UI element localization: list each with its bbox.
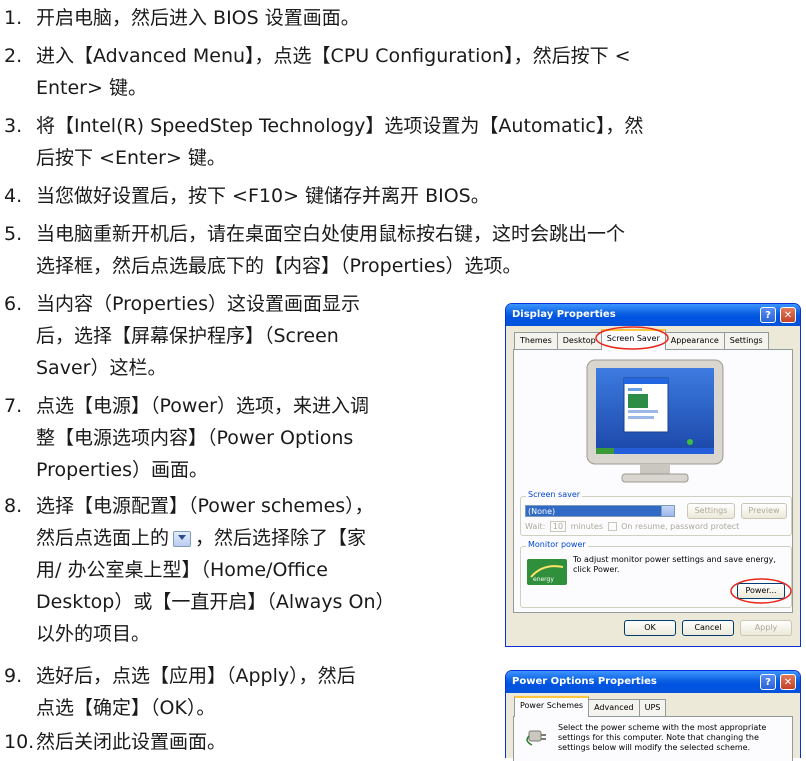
close-icon[interactable]: ✕ (780, 674, 796, 690)
step-text: 点选【确定】（OK）。 (36, 697, 216, 719)
close-icon[interactable]: ✕ (780, 307, 796, 323)
tab-power-schemes[interactable]: Power Schemes (514, 696, 590, 717)
dropdown-arrow-icon (173, 530, 192, 547)
apply-button[interactable]: Apply (740, 620, 792, 636)
tab-strip: Power Schemes Advanced UPS (514, 696, 667, 717)
power-plug-icon (526, 725, 548, 747)
monitor-power-text: To adjust monitor power settings and sav… (573, 555, 776, 574)
step-number: 9. (4, 665, 23, 687)
step-text: 然后关闭此设置画面。 (36, 731, 227, 753)
step-text: 选择框，然后点选最底下的【内容】（Properties）选项。 (36, 255, 522, 277)
step-text: 后按下 <Enter> 键。 (36, 147, 226, 169)
screen-saver-select[interactable]: (None) (525, 505, 675, 517)
step-6: 6. 当内容（Properties）这设置画面显示 后，选择【屏幕保护程序】（S… (0, 288, 360, 384)
step-8: 8. 选择【电源配置】（Power schemes）， 然后点选面上的 ，然后选择… (0, 490, 395, 650)
step-number: 4. (4, 185, 23, 207)
step-text: 当内容（Properties）这设置画面显示 (36, 293, 361, 315)
step-number: 5. (4, 223, 23, 245)
step-text: 以外的项目。 (36, 623, 151, 645)
svg-text:energy: energy (533, 576, 554, 583)
tab-themes[interactable]: Themes (514, 332, 558, 349)
help-icon[interactable]: ? (760, 674, 776, 690)
window-titlebar: Display Properties ? ✕ (506, 304, 800, 326)
preview-button[interactable]: Preview (741, 503, 787, 519)
step-number: 10. (4, 731, 35, 753)
step-5: 5. 当电脑重新开机后，请在桌面空白处使用鼠标按右键，这时会跳出一个 选择框，然… (0, 218, 625, 282)
step-text: ，然后选择除了【家 (195, 527, 367, 549)
screen-saver-label: Screen saver (526, 490, 583, 499)
power-schemes-panel: Select the power scheme with the most ap… (513, 716, 793, 761)
step-text: Properties）画面。 (36, 459, 209, 481)
step-text: 整【电源选项内容】（Power Options (36, 427, 354, 449)
minutes-label: minutes (570, 522, 604, 531)
wait-row: Wait: 10 minutes On resume, password pro… (525, 521, 739, 532)
step-text: 开启电脑，然后进入 BIOS 设置画面。 (36, 7, 360, 29)
settings-button[interactable]: Settings (687, 503, 735, 519)
screen-saver-group: Screen saver (None) Settings Preview Wai… (520, 490, 792, 536)
power-options-window: Power Options Properties ? ✕ Power Schem… (505, 670, 801, 761)
step-text: 选好后，点选【应用】（Apply），然后 (36, 665, 356, 687)
energy-star-icon: energy (527, 559, 567, 585)
step-2: 2. 进入【Advanced Menu】，点选【CPU Configuratio… (0, 40, 631, 104)
cancel-button[interactable]: Cancel (682, 620, 734, 636)
step-3: 3. 将【Intel(R) SpeedStep Technology】选项设置为… (0, 110, 643, 174)
monitor-icon (586, 359, 724, 483)
window-titlebar: Power Options Properties ? ✕ (506, 671, 800, 693)
step-number: 7. (4, 395, 23, 417)
display-properties-window: Display Properties ? ✕ Themes Desktop Sc… (505, 303, 801, 647)
power-schemes-description: Select the power scheme with the most ap… (558, 723, 767, 752)
step-text: 当您做好设置后，按下 <F10> 键储存并离开 BIOS。 (36, 185, 490, 207)
screen-saver-value: (None) (528, 507, 556, 516)
step-text: 点选【电源】（Power）选项，来进入调 (36, 395, 369, 417)
step-number: 6. (4, 293, 23, 315)
tab-advanced[interactable]: Advanced (588, 699, 640, 716)
step-text: 当电脑重新开机后，请在桌面空白处使用鼠标按右键，这时会跳出一个 (36, 223, 626, 245)
step-text: 将【Intel(R) SpeedStep Technology】选项设置为【Au… (36, 115, 644, 137)
step-text: 进入【Advanced Menu】，点选【CPU Configuration】，… (36, 45, 631, 67)
ok-button[interactable]: OK (624, 620, 676, 636)
highlight-ellipse (595, 326, 669, 350)
tab-appearance[interactable]: Appearance (664, 332, 725, 349)
step-text: Desktop）或【一直开启】（Always On） (36, 591, 395, 613)
step-text: 然后点选面上的 (36, 527, 170, 549)
step-text: 用/ 办公室桌上型】（Home/Office (36, 559, 328, 581)
step-number: 2. (4, 45, 23, 67)
step-number: 3. (4, 115, 23, 137)
monitor-preview (582, 358, 728, 488)
step-10: 10.然后关闭此设置画面。 (0, 726, 226, 758)
help-icon[interactable]: ? (760, 307, 776, 323)
highlight-ellipse (730, 578, 792, 604)
window-title: Power Options Properties (512, 676, 657, 687)
monitor-power-label: Monitor power (526, 540, 588, 549)
step-text: Saver）这栏。 (36, 357, 167, 379)
chevron-down-icon (661, 506, 674, 516)
step-number: 1. (4, 7, 23, 29)
step-text: 选择【电源配置】（Power schemes）， (36, 495, 374, 517)
wait-stepper[interactable]: 10 (549, 521, 567, 532)
step-text: 后，选择【屏幕保护程序】（Screen (36, 325, 339, 347)
resume-label: On resume, password protect (621, 522, 740, 531)
step-4: 4. 当您做好设置后，按下 <F10> 键储存并离开 BIOS。 (0, 180, 490, 212)
resume-checkbox[interactable] (607, 522, 617, 531)
tab-strip: Themes Desktop Screen Saver Appearance S… (514, 326, 769, 350)
step-1: 1. 开启电脑，然后进入 BIOS 设置画面。 (0, 2, 360, 34)
tab-screen-saver[interactable]: Screen Saver (595, 326, 669, 350)
monitor-power-group: Monitor power energy To adjust monitor p… (520, 540, 792, 608)
tab-settings[interactable]: Settings (723, 332, 769, 349)
tab-ups[interactable]: UPS (638, 699, 667, 716)
wait-label: Wait: (525, 522, 546, 531)
step-text: Enter> 键。 (36, 77, 147, 99)
step-9: 9. 选好后，点选【应用】（Apply），然后 点选【确定】（OK）。 (0, 660, 356, 724)
window-title: Display Properties (512, 309, 616, 320)
screen-saver-panel: Screen saver (None) Settings Preview Wai… (513, 349, 793, 613)
step-7: 7. 点选【电源】（Power）选项，来进入调 整【电源选项内容】（Power … (0, 390, 369, 486)
step-number: 8. (4, 495, 23, 517)
